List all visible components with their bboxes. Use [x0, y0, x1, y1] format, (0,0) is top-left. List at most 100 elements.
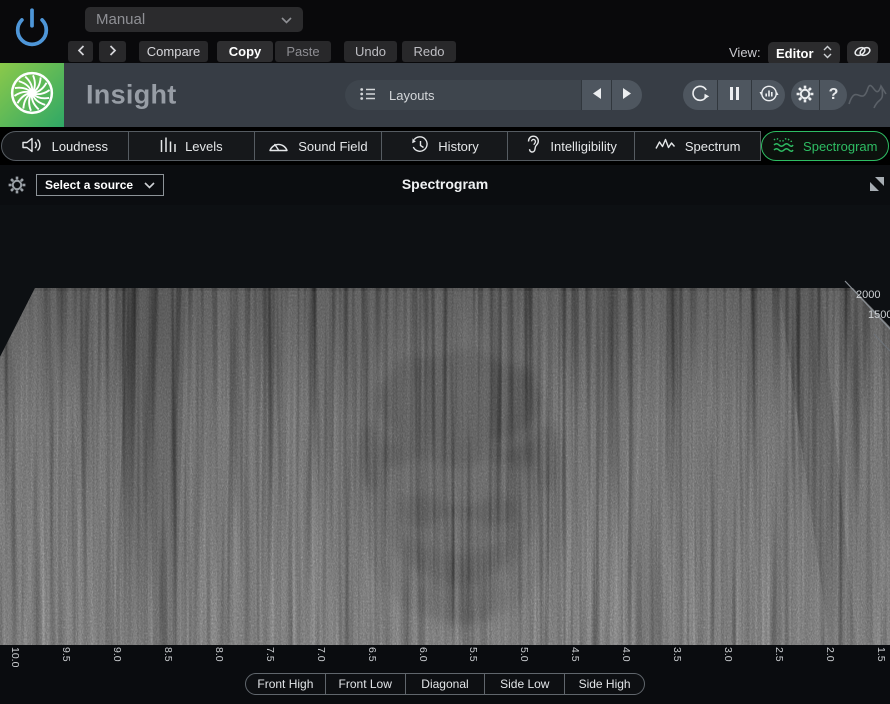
time-axis-label: 9.5	[60, 647, 72, 662]
meter-reset-icon	[758, 83, 780, 107]
list-icon	[360, 88, 376, 103]
link-button[interactable]	[847, 41, 878, 65]
tab-label: Levels	[185, 139, 223, 154]
izotope-logo	[0, 63, 64, 127]
question-icon: ?	[829, 86, 839, 104]
history-back-button[interactable]	[68, 41, 93, 62]
bottom-bar: Front High Front Low Diagonal Side Low S…	[0, 668, 890, 704]
previous-triangle-icon	[591, 87, 602, 103]
view-front-low-button[interactable]: Front Low	[325, 674, 405, 694]
time-axis: 10.09.59.08.58.07.57.06.56.05.55.04.54.0…	[0, 645, 890, 668]
layouts-prev-button[interactable]	[581, 80, 611, 110]
power-icon	[10, 41, 54, 56]
spectrogram-waves-icon	[773, 137, 794, 156]
tab-spectrum[interactable]: Spectrum	[635, 131, 762, 161]
layouts-next-button[interactable]	[611, 80, 642, 110]
layouts-label: Layouts	[389, 88, 435, 103]
pause-icon	[728, 86, 741, 104]
tab-levels[interactable]: Levels	[129, 131, 256, 161]
layouts-button[interactable]: Layouts	[345, 80, 581, 110]
tab-label: History	[438, 139, 478, 154]
tab-label: Intelligibility	[550, 139, 616, 154]
reset-meters-button[interactable]	[751, 80, 785, 110]
paste-button[interactable]: Paste	[275, 41, 331, 62]
settings-help-group: ?	[791, 80, 847, 110]
power-button[interactable]	[8, 3, 56, 57]
view-select[interactable]: Editor	[768, 42, 840, 65]
app-header: Insight Layouts	[0, 63, 890, 127]
panel-settings-button[interactable]	[7, 175, 27, 198]
meter-transport-group	[683, 80, 785, 110]
preset-select[interactable]: Manual	[85, 7, 303, 32]
view-label: View:	[729, 45, 761, 60]
tab-intelligibility[interactable]: Intelligibility	[508, 131, 635, 161]
gear-icon	[795, 84, 815, 107]
tab-history[interactable]: History	[382, 131, 509, 161]
link-icon	[853, 45, 872, 61]
view-diagonal-button[interactable]: Diagonal	[405, 674, 485, 694]
time-axis-label: 3.5	[671, 647, 683, 662]
expand-icon	[869, 180, 885, 195]
settings-button[interactable]	[791, 80, 819, 110]
time-axis-label: 3.0	[722, 647, 734, 662]
pause-button[interactable]	[717, 80, 751, 110]
ear-icon	[525, 135, 541, 157]
layouts-control: Layouts	[345, 80, 642, 110]
tab-sound-field[interactable]: Sound Field	[255, 131, 382, 161]
tab-label: Spectrogram	[803, 139, 877, 154]
freq-axis-label: 2000	[856, 289, 880, 301]
time-axis-label: 1.5	[875, 647, 887, 662]
time-axis-label: 8.5	[162, 647, 174, 662]
time-axis-label: 5.5	[467, 647, 479, 662]
time-axis-label: 4.5	[569, 647, 581, 662]
time-axis-label: 7.5	[264, 647, 276, 662]
chevron-down-icon	[281, 11, 292, 28]
compare-button[interactable]: Compare	[139, 41, 208, 62]
tab-label: Sound Field	[298, 139, 367, 154]
replay-loop-icon	[690, 83, 711, 107]
tab-loudness[interactable]: Loudness	[1, 131, 129, 161]
gear-outline-icon	[7, 183, 27, 198]
time-axis-label: 2.0	[824, 647, 836, 662]
time-axis-label: 10.0	[9, 647, 21, 667]
spectrum-wave-icon	[655, 138, 676, 154]
replay-button[interactable]	[683, 80, 717, 110]
view-front-high-button[interactable]: Front High	[246, 674, 325, 694]
source-select[interactable]: Select a source	[36, 174, 164, 196]
source-select-value: Select a source	[45, 178, 133, 192]
level-bars-icon	[160, 137, 176, 156]
time-axis-label: 6.5	[366, 647, 378, 662]
copy-button[interactable]: Copy	[217, 41, 273, 62]
tab-label: Spectrum	[685, 139, 741, 154]
spectrogram-panel-header: Select a source Spectrogram	[0, 165, 890, 205]
history-clock-icon	[410, 136, 429, 157]
signature-scribble-icon	[846, 76, 888, 119]
preset-select-value: Manual	[96, 11, 145, 28]
time-axis-label: 4.0	[620, 647, 632, 662]
history-forward-button[interactable]	[99, 41, 126, 62]
app-title: Insight	[86, 80, 177, 111]
freq-axis-label: 1500	[868, 309, 890, 321]
chevron-left-icon	[77, 44, 85, 59]
meter-tab-bar: Loudness Levels Sound Field	[0, 127, 890, 165]
help-button[interactable]: ?	[819, 80, 847, 110]
view-side-high-button[interactable]: Side High	[564, 674, 644, 694]
tab-label: Loudness	[52, 139, 108, 154]
time-axis-label: 9.0	[111, 647, 123, 662]
gauge-icon	[268, 138, 289, 155]
undo-button[interactable]: Undo	[344, 41, 397, 62]
up-down-stepper-icon	[823, 45, 832, 62]
time-axis-label: 6.0	[417, 647, 429, 662]
time-axis-label: 5.0	[518, 647, 530, 662]
chevron-right-icon	[109, 44, 117, 59]
spectrogram-display: 2000 1500	[0, 205, 890, 645]
time-axis-label: 2.5	[773, 647, 785, 662]
tab-spectrogram[interactable]: Spectrogram	[761, 131, 889, 161]
view-side-low-button[interactable]: Side Low	[484, 674, 564, 694]
view-angle-control: Front High Front Low Diagonal Side Low S…	[245, 673, 645, 695]
redo-button[interactable]: Redo	[402, 41, 456, 62]
view-select-value: Editor	[776, 46, 814, 61]
pinwheel-icon	[9, 70, 55, 121]
expand-button[interactable]	[869, 176, 885, 195]
play-triangle-icon	[622, 87, 633, 103]
